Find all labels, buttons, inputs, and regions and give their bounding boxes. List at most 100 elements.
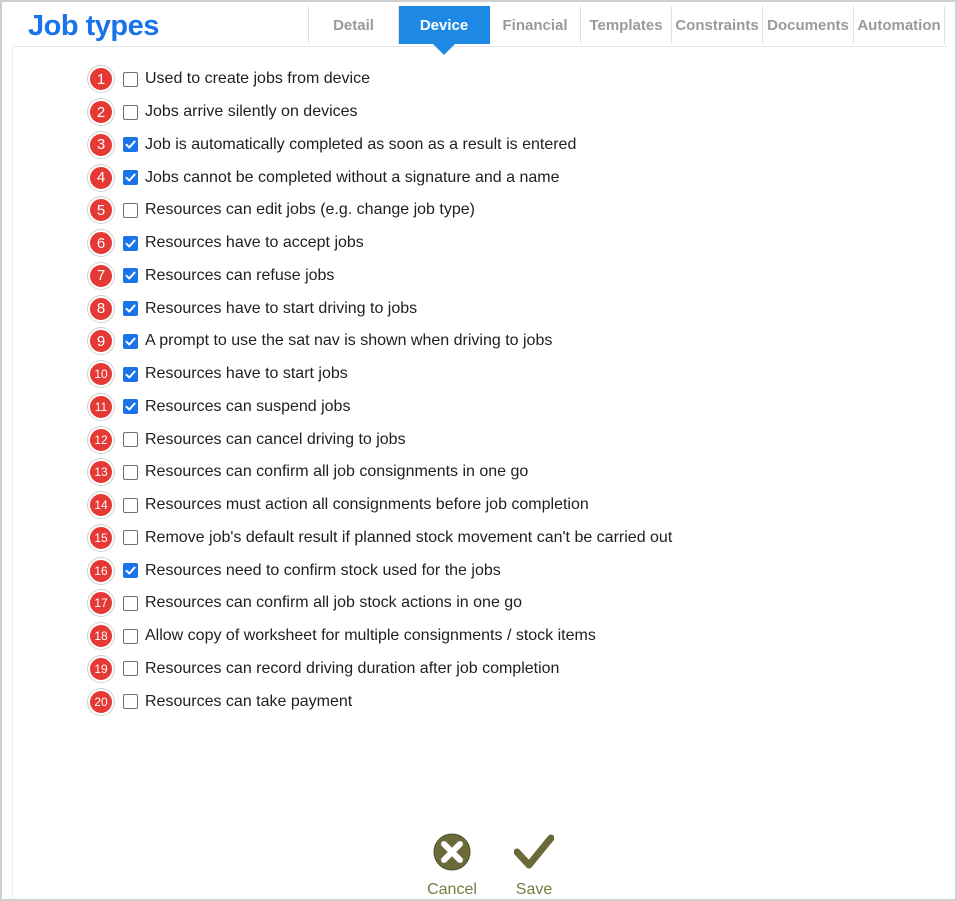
step-number-badge: 16 [88, 557, 114, 584]
option-label: Resources can confirm all job stock acti… [145, 594, 523, 612]
option-checkbox[interactable] [123, 399, 138, 415]
option-checkbox[interactable] [123, 301, 138, 317]
save-button[interactable]: Save [504, 832, 564, 899]
option-checkbox[interactable] [123, 464, 138, 480]
checkmark-icon [513, 832, 555, 877]
tab-detail[interactable]: Detail [308, 6, 399, 44]
option-label: Resources can confirm all job consignmen… [145, 463, 529, 481]
step-number-badge: 19 [88, 655, 114, 682]
option-label: Resources can record driving duration af… [145, 659, 560, 677]
option-checkbox[interactable] [123, 595, 138, 611]
option-label: Allow copy of worksheet for multiple con… [145, 627, 596, 645]
checkmark-icon [125, 370, 136, 379]
option-row: 2 Jobs arrive silently on devices [88, 96, 672, 129]
checkmark-icon [125, 337, 136, 346]
tab-financial[interactable]: Financial [490, 6, 581, 44]
step-number-badge: 20 [88, 688, 114, 715]
option-row: 20 Resources can take payment [88, 685, 672, 718]
option-label: Resources have to accept jobs [145, 234, 364, 252]
option-checkbox[interactable] [123, 202, 138, 218]
step-number-badge: 4 [88, 164, 114, 191]
step-number-badge: 13 [88, 459, 114, 486]
tab-documents[interactable]: Documents [763, 6, 854, 44]
option-checkbox[interactable] [123, 333, 138, 349]
option-label: Resources can refuse jobs [145, 266, 335, 284]
option-checkbox[interactable] [123, 628, 138, 644]
option-checkbox[interactable] [123, 661, 138, 677]
option-row: 9 A prompt to use the sat nav is shown wh… [88, 325, 672, 358]
option-label: Jobs cannot be completed without a signa… [145, 168, 560, 186]
step-number-badge: 1 [88, 66, 114, 93]
tab-device[interactable]: Device [399, 6, 490, 55]
checkmark-icon [125, 173, 136, 182]
option-checkbox[interactable] [123, 432, 138, 448]
option-checkbox[interactable] [123, 71, 138, 87]
option-label: Used to create jobs from device [145, 70, 370, 88]
option-checkbox[interactable] [123, 104, 138, 120]
step-number-badge: 14 [88, 492, 114, 519]
cancel-label: Cancel [427, 881, 477, 898]
option-checkbox[interactable] [123, 366, 138, 382]
option-row: 4 Jobs cannot be completed without a sign… [88, 161, 672, 194]
option-row: 19 Resources can record driving duration … [88, 653, 672, 686]
option-row: 14 Resources must action all consignments… [88, 489, 672, 522]
option-checkbox[interactable] [123, 530, 138, 546]
step-number-badge: 11 [88, 393, 114, 420]
option-row: 16 Resources need to confirm stock used f… [88, 554, 672, 587]
checkmark-icon [125, 271, 136, 280]
header: Job types Detail Device Financial Templates… [12, 2, 947, 55]
option-label: Resources can edit jobs (e.g. change job… [145, 201, 475, 219]
option-checkbox[interactable] [123, 497, 138, 513]
device-options-list: 1 Used to create jobs from device 2 Jobs ar… [88, 63, 672, 718]
option-label: A prompt to use the sat nav is shown whe… [145, 332, 553, 350]
tab-bar: Detail Device Financial Templates Constraint… [308, 6, 945, 55]
tab-templates[interactable]: Templates [581, 6, 672, 44]
option-label: Jobs arrive silently on devices [145, 103, 358, 121]
option-label: Resources can take payment [145, 692, 353, 710]
step-number-badge: 2 [88, 99, 114, 126]
step-number-badge: 9 [88, 328, 114, 355]
step-number-badge: 15 [88, 524, 114, 551]
option-row: 12 Resources can cancel driving to jobs [88, 423, 672, 456]
option-label: Job is automatically completed as soon a… [145, 135, 577, 153]
option-label: Resources have to start jobs [145, 365, 348, 383]
option-row: 15 Remove job's default result if planned… [88, 522, 672, 555]
checkmark-icon [125, 566, 136, 575]
option-row: 13 Resources can confirm all job consignm… [88, 456, 672, 489]
option-label: Resources have to start driving to jobs [145, 299, 418, 317]
step-number-badge: 17 [88, 590, 114, 617]
tab-constraints[interactable]: Constraints [672, 6, 763, 44]
option-label: Remove job's default result if planned s… [145, 528, 673, 546]
step-number-badge: 5 [88, 197, 114, 224]
option-checkbox[interactable] [123, 268, 138, 284]
step-number-badge: 12 [88, 426, 114, 453]
step-number-badge: 10 [88, 361, 114, 388]
checkmark-icon [125, 239, 136, 248]
option-checkbox[interactable] [123, 694, 138, 710]
checkmark-icon [125, 140, 136, 149]
option-label: Resources need to confirm stock used for… [145, 561, 501, 579]
step-number-badge: 8 [88, 295, 114, 322]
option-row: 8 Resources have to start driving to jobs [88, 292, 672, 325]
step-number-badge: 3 [88, 131, 114, 158]
step-number-badge: 7 [88, 262, 114, 289]
option-checkbox[interactable] [123, 563, 138, 579]
cancel-button[interactable]: Cancel [422, 832, 482, 899]
checkmark-icon [125, 304, 136, 313]
option-row: 18 Allow copy of worksheet for multiple c… [88, 620, 672, 653]
page-title: Job types [28, 10, 159, 42]
option-checkbox[interactable] [123, 137, 138, 153]
option-checkbox[interactable] [123, 235, 138, 251]
option-row: 5 Resources can edit jobs (e.g. change jo… [88, 194, 672, 227]
option-label: Resources must action all consignments b… [145, 496, 589, 514]
close-circle-icon [432, 832, 472, 877]
option-row: 17 Resources can confirm all job stock ac… [88, 587, 672, 620]
option-label: Resources can cancel driving to jobs [145, 430, 406, 448]
save-label: Save [515, 881, 553, 898]
option-row: 7 Resources can refuse jobs [88, 260, 672, 293]
job-types-panel: Job types Detail Device Financial Templates… [0, 0, 957, 901]
tab-automation[interactable]: Automation [854, 6, 945, 44]
option-row: 1 Used to create jobs from device [88, 63, 672, 96]
action-bar: Cancel Save [422, 832, 586, 899]
option-checkbox[interactable] [123, 170, 138, 186]
